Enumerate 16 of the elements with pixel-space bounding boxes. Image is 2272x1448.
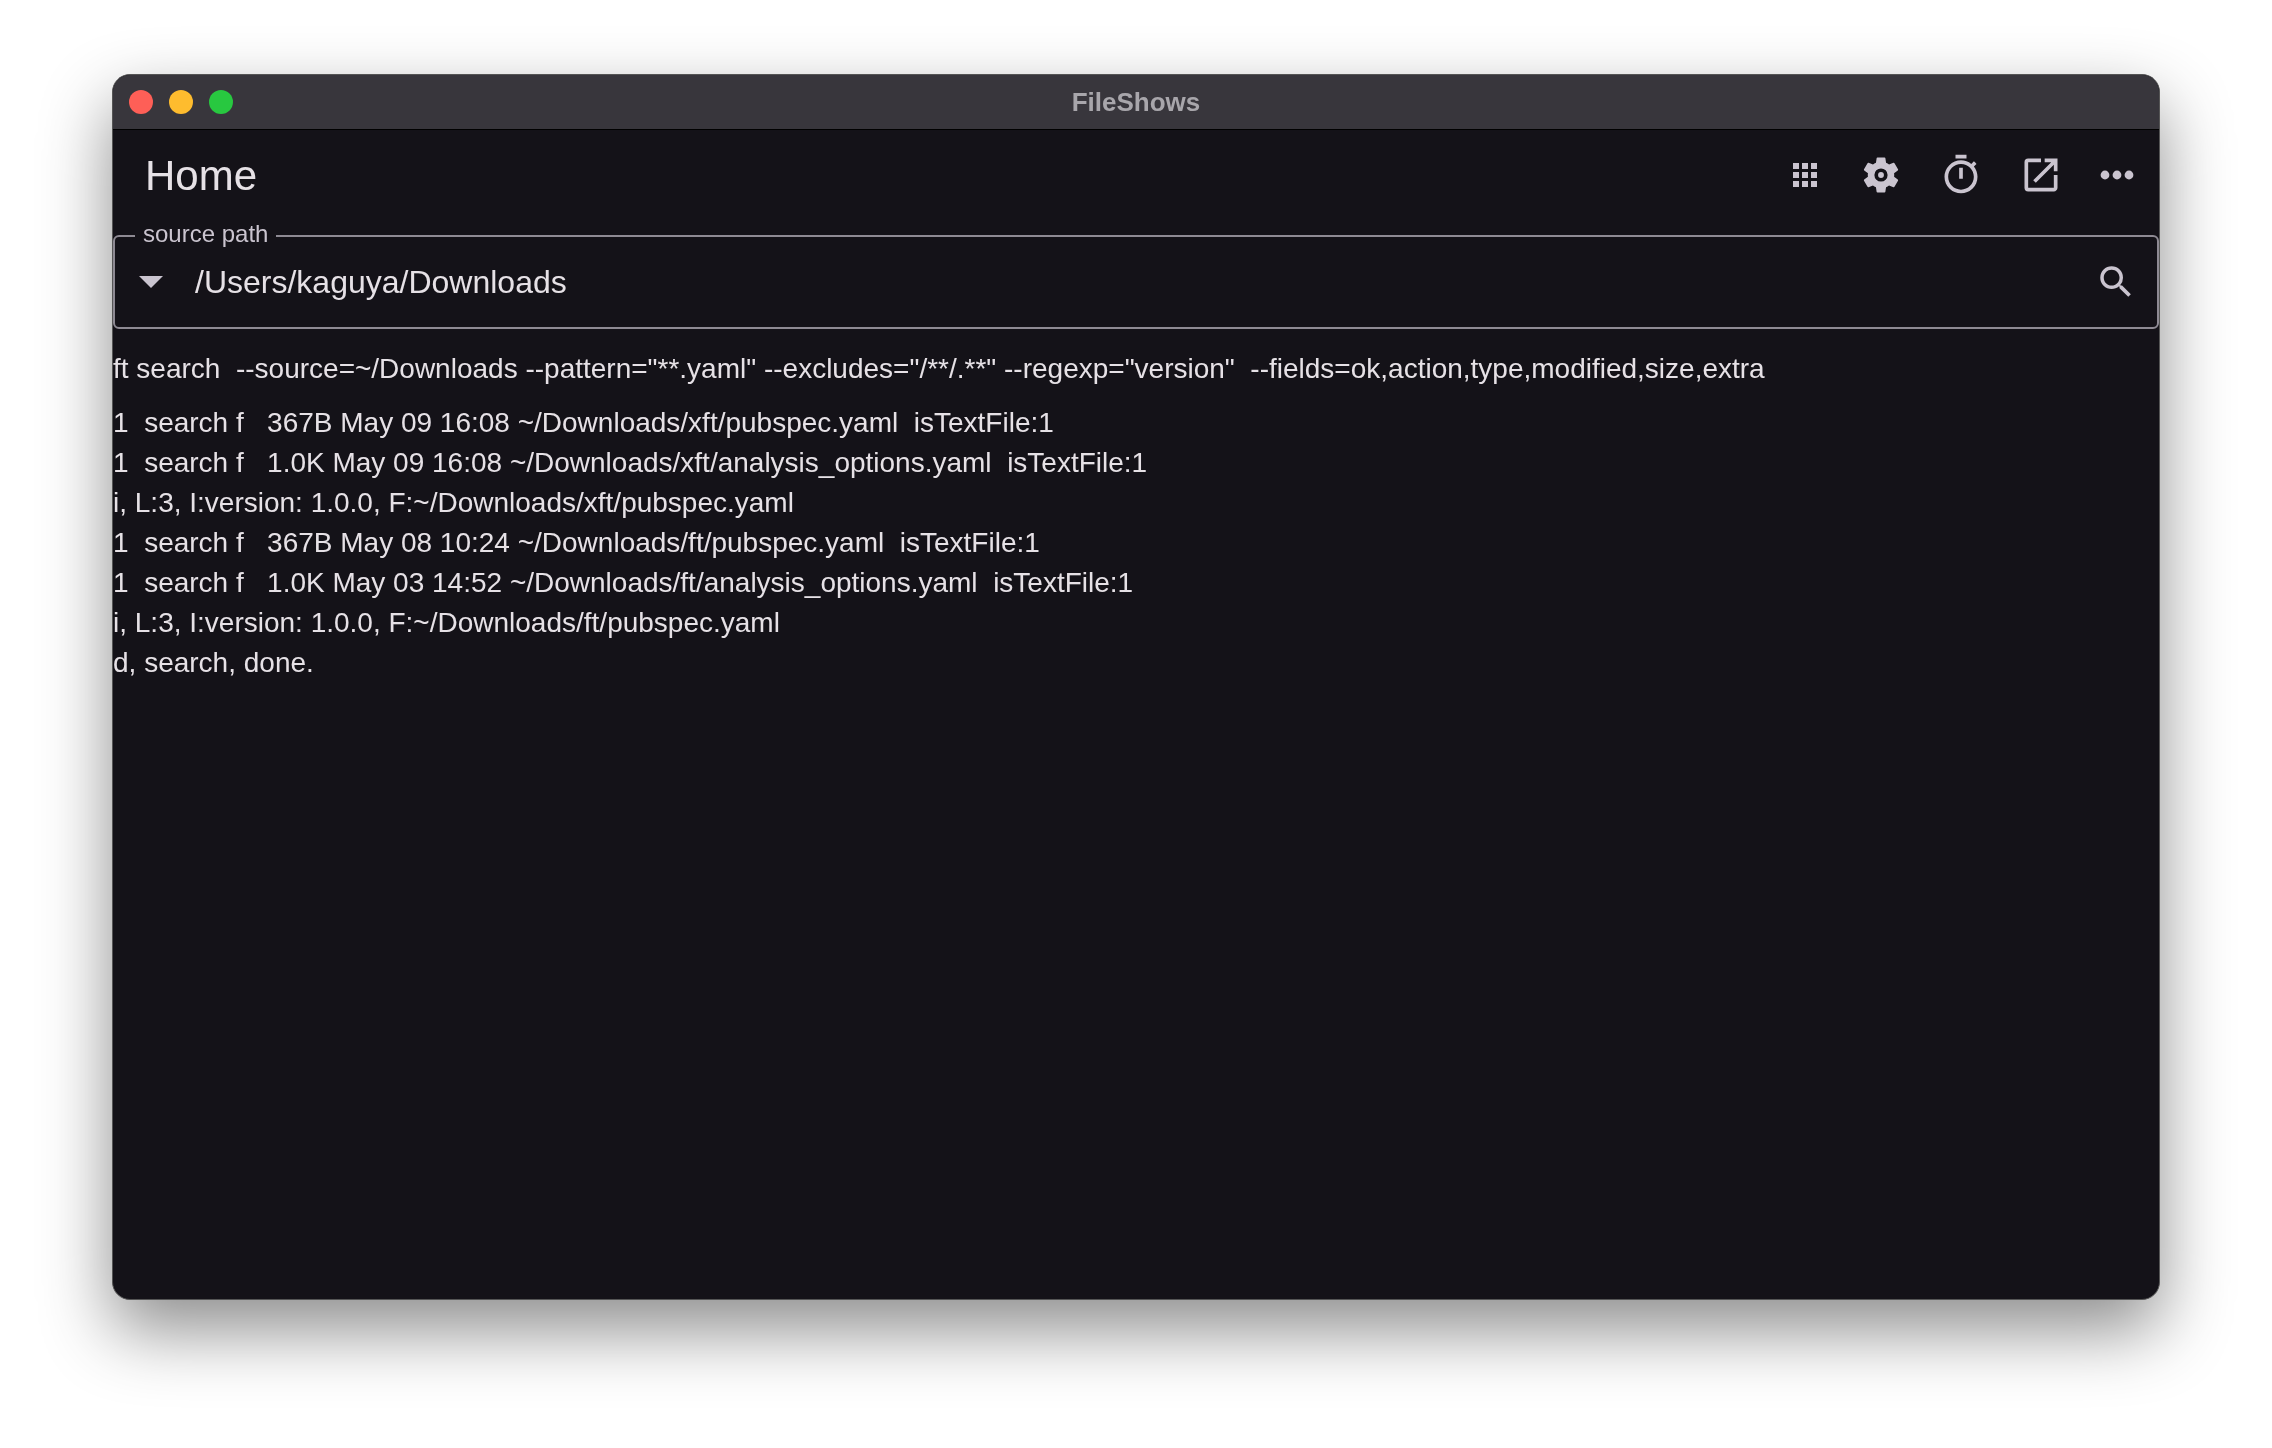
output-line: 1 search f 1.0K May 03 14:52 ~/Downloads/ft/analysis_options.yaml isTextFile:1 [113, 566, 1135, 600]
window-title: FileShows [1071, 85, 1201, 119]
zoom-button[interactable] [209, 90, 233, 114]
page-title: Home [145, 150, 258, 201]
output-line: d, search, done. [113, 646, 315, 680]
dropdown-caret-icon[interactable] [139, 275, 163, 289]
output-line: 1 search f 1.0K May 09 16:08 ~/Downloads/xft/analysis_options.yaml isTextFile:1 [113, 446, 1149, 480]
minimize-button[interactable] [169, 90, 193, 114]
output-line: 1 search f 367B May 09 16:08 ~/Downloads/xft/pubspec.yaml isTextFile:1 [113, 406, 1055, 440]
output-line: i, L:3, I:version: 1.0.0, F:~/Downloads/xft/pubspec.yaml [113, 486, 795, 520]
output-line: 1 search f 367B May 08 10:24 ~/Downloads/ft/pubspec.yaml isTextFile:1 [113, 526, 1041, 560]
output-line: i, L:3, I:version: 1.0.0, F:~/Downloads/ft/pubspec.yaml [113, 606, 781, 640]
source-path-value: /Users/kaguya/Downloads [195, 263, 568, 302]
close-button[interactable] [129, 90, 153, 114]
command-line: ft search --source=~/Downloads --pattern="**.yaml" --excludes="/**/.**" --regexp="version" --fields=ok,action,type,modified,size,extra [113, 352, 1766, 386]
more-icon[interactable] [2099, 169, 2135, 181]
